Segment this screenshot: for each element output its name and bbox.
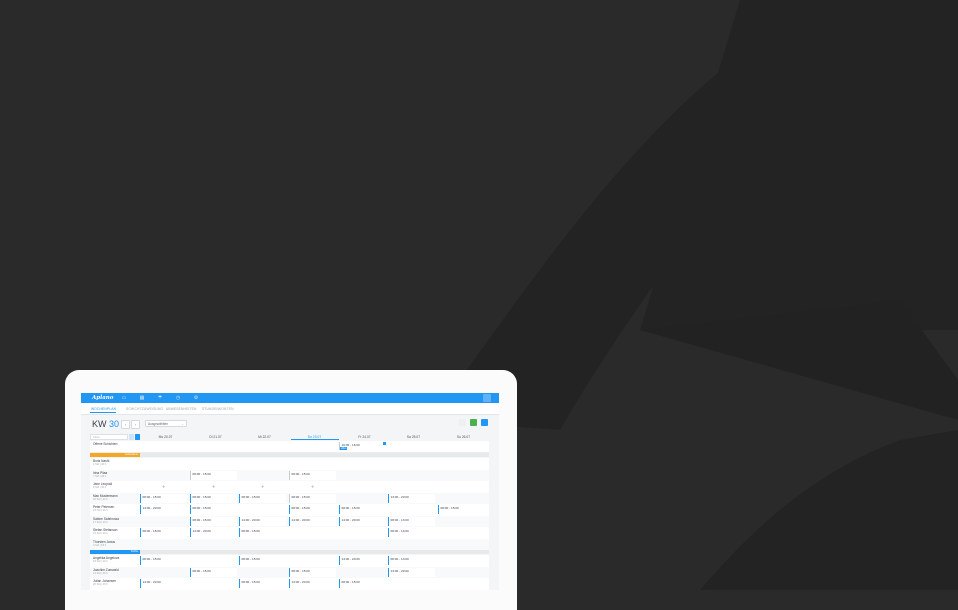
shift-block[interactable]: 08:00 - 15:00: [239, 493, 286, 503]
open-shifts-row: Offene Schichten 16:00 - 16:00 offen: [90, 441, 489, 453]
day-header: Fr 24.07: [358, 435, 371, 439]
prev-week-button[interactable]: ‹: [121, 420, 130, 429]
employee-hours: 17 Std | 40 h: [93, 520, 108, 524]
tab-wochenplan[interactable]: WOCHENPLAN: [91, 407, 116, 411]
shift-block[interactable]: 08:00 - 15:00: [190, 493, 237, 503]
tab-stundenkonten[interactable]: STUNDENKONTEN: [202, 407, 234, 411]
shift-block[interactable]: 13:00 - 20:00: [190, 528, 237, 537]
employee-hours: 18 Std | 30 h: [93, 509, 108, 512]
schedule-grid: Offene Schichten 16:00 - 16:00 offen Liefer…: [90, 441, 489, 590]
print-button[interactable]: [459, 419, 466, 426]
shift-block[interactable]: 13:00 - 20:00: [140, 579, 187, 588]
search-icon[interactable]: [483, 394, 491, 402]
employee-hours: 26 Std | 40 h: [93, 583, 108, 586]
open-badge: offen: [340, 447, 348, 450]
day-header: Mi 22.07: [258, 435, 271, 439]
group-separator: Küche: [90, 550, 489, 554]
shift-block[interactable]: 08:00 - 15:00: [339, 579, 386, 588]
top-navigation-bar: Aplano ▭ ▦ ☂ ◷ ⚙: [81, 393, 499, 403]
clock-icon[interactable]: ◷: [175, 395, 181, 401]
shift-block[interactable]: 08:00 - 15:00: [140, 556, 187, 565]
add-shift-button[interactable]: [481, 419, 488, 426]
shift-block[interactable]: 08:00 - 15:00: [438, 505, 485, 514]
shift-block[interactable]: 08:00 - 15:00: [289, 505, 336, 514]
shift-block[interactable]: 08:00 - 15:00: [289, 470, 336, 480]
umbrella-icon[interactable]: ☂: [157, 395, 163, 401]
shift-block[interactable]: 08:00 - 13:00: [388, 556, 435, 565]
view-toggle-grid[interactable]: [135, 434, 140, 440]
filter-input[interactable]: Filter...: [90, 434, 128, 440]
day-header: So 26.07: [456, 435, 471, 439]
shift-block[interactable]: 08:00 - 15:00: [190, 505, 237, 514]
app-window: Aplano ▭ ▦ ☂ ◷ ⚙ WOCHENPLAN SCHICHTZUWEI…: [81, 393, 499, 590]
day-header-row: Filter... Mo 20.07 Di 21.07 Mi 22.07 Do …: [90, 434, 489, 440]
shift-block[interactable]: 08:00 - 13:00: [388, 528, 435, 537]
shift-block[interactable]: 08:00 - 15:00: [289, 493, 336, 503]
shift-block[interactable]: 08:00 - 15:00: [289, 567, 336, 577]
today-indicator: [291, 439, 339, 440]
active-tab-indicator: [90, 412, 116, 413]
week-label: KW 30: [92, 419, 120, 429]
settings-icon[interactable]: ⚙: [193, 395, 199, 401]
group-tag-label: Lieferdienst: [125, 453, 138, 456]
employee-hours: 22 Std | 40 h: [93, 497, 108, 501]
view-toggle-list[interactable]: [129, 434, 134, 440]
employee-hours: 14 Std | 40 h: [93, 571, 108, 575]
day-header: Mo 20.07: [158, 435, 173, 439]
shift-block[interactable]: 08:00 - 15:00: [140, 493, 187, 503]
plane-icon: ✈: [261, 484, 265, 489]
employee-hours: 18 Std | 40 h: [93, 560, 108, 563]
shift-block[interactable]: 08:00 - 15:00: [239, 528, 286, 537]
shift-block[interactable]: 08:00 - 13:00: [388, 516, 435, 526]
shift-block[interactable]: 08:00 - 15:00: [339, 505, 386, 514]
plane-icon: ✈: [311, 484, 315, 489]
shift-block[interactable]: 08:00 - 15:00: [239, 556, 286, 565]
employee-hours: 7 Std | 28 h: [93, 474, 107, 478]
day-header: Sa 25.07: [406, 435, 421, 439]
shift-block[interactable]: 14:00 - 20:00: [339, 556, 386, 565]
dropdown-label: Ausgewählten: [148, 422, 169, 426]
calendar-icon[interactable]: ▭: [121, 395, 127, 401]
publish-button[interactable]: [470, 419, 477, 426]
add-open-shift-icon[interactable]: [383, 442, 386, 445]
day-header: Di 21.07: [209, 435, 222, 439]
shift-block[interactable]: 13:00 - 20:00: [388, 567, 435, 577]
next-week-button[interactable]: ›: [131, 420, 140, 429]
employee-hours: 0 Std | 18 h: [93, 543, 107, 547]
employee-hours: 24 Std | 40 h: [93, 532, 108, 535]
shift-block[interactable]: 14:00 - 20:00: [339, 516, 386, 526]
plane-icon: ✈: [212, 484, 216, 489]
tab-bar: WOCHENPLAN SCHICHTZUWEISUNG ABWESENHEITE…: [81, 403, 499, 415]
app-logo: Aplano: [92, 395, 114, 401]
shift-block[interactable]: 13:00 - 20:00: [289, 579, 336, 588]
employee-select-dropdown[interactable]: Ausgewählten ⌄: [145, 420, 187, 427]
shift-block[interactable]: 08:00 - 15:00: [239, 579, 286, 588]
shift-block[interactable]: 13:00 - 20:00: [388, 493, 435, 503]
open-shifts-label: Offene Schichten: [93, 442, 118, 446]
shift-block[interactable]: 14:00 - 20:00: [239, 516, 286, 526]
shift-block[interactable]: 13:00 - 20:00: [140, 505, 187, 514]
group-separator: Lieferdienst: [90, 453, 489, 457]
plane-icon: ✈: [162, 484, 166, 489]
shift-block[interactable]: 08:00 - 15:00: [140, 528, 187, 537]
group-tag-label: Küche: [130, 550, 138, 553]
group-tag: Lieferdienst: [90, 453, 140, 457]
shift-block[interactable]: 08:00 - 15:00: [190, 567, 237, 577]
shift-block[interactable]: 08:00 - 15:00: [190, 470, 237, 480]
tab-schichtzuweisung[interactable]: SCHICHTZUWEISUNG: [126, 407, 163, 411]
employee-hours: 4 Std | 40 h: [93, 463, 107, 466]
calendar-grid-icon[interactable]: ▦: [139, 395, 145, 401]
chevron-down-icon: ⌄: [181, 422, 184, 426]
group-tag: Küche: [90, 550, 140, 554]
tab-abwesenheiten[interactable]: ABWESENHEITEN: [166, 407, 197, 411]
shift-block[interactable]: 14:00 - 20:00: [289, 516, 336, 526]
shift-block[interactable]: 08:00 - 15:00: [190, 516, 237, 526]
employee-hours: 8 Std | 40 h: [93, 486, 107, 489]
